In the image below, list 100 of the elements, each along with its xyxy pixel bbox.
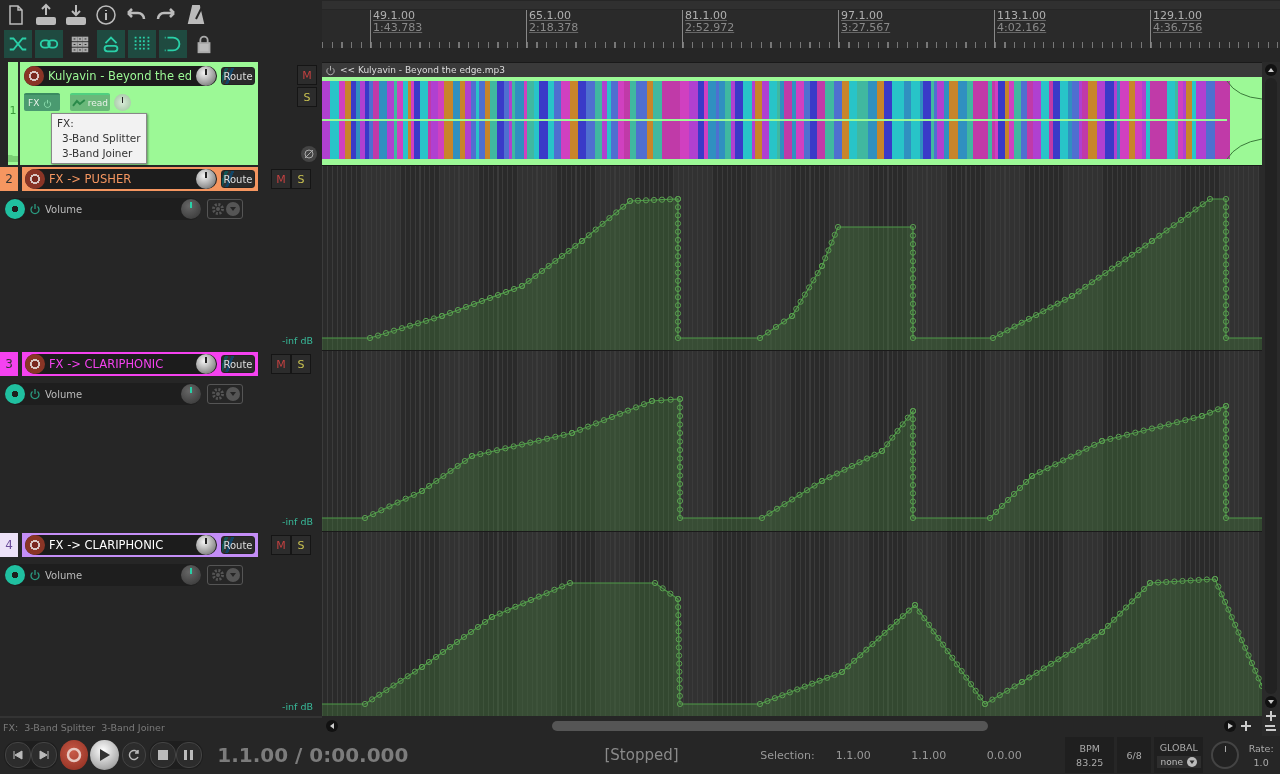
time-label: 3:27.567	[841, 22, 891, 34]
loop-icon	[126, 748, 141, 762]
play-icon	[97, 748, 112, 762]
phase-icon[interactable]	[301, 146, 317, 162]
media-item[interactable]: << Kulyavin - Beyond the edge.mp3	[322, 62, 1262, 165]
tempo-label: BPM	[1079, 742, 1100, 754]
envelope-name: Volume	[45, 569, 84, 581]
envelope-reading: -inf dB	[282, 701, 313, 712]
pause-button[interactable]	[176, 742, 203, 768]
fx-name[interactable]: 3-Band Joiner	[101, 721, 165, 733]
rate-label: Rate:	[1248, 742, 1274, 754]
info-icon[interactable]	[94, 3, 118, 27]
time-label: 4:02.162	[997, 22, 1047, 34]
grid-lines-toggle[interactable]	[128, 30, 156, 58]
bar-label: 129.1.00	[1153, 10, 1203, 22]
bar-label: 49.1.00	[373, 10, 416, 22]
play-button[interactable]	[90, 740, 119, 770]
record-arm-button[interactable]	[25, 535, 45, 555]
download-icon[interactable]	[64, 3, 88, 27]
playback-position: 1.1.00 / 0:00.000	[217, 743, 409, 767]
timeline-ruler[interactable]: 49.1.00 1:43.783 65.1.00 2:18.378 81.1.00 2:52.972 97.1.00 3:27.567 113.1.00 4:02.162 129.1.00 4:36.756	[322, 10, 1280, 48]
record-button[interactable]	[60, 740, 89, 770]
selection-value[interactable]: 1.1.00	[911, 748, 987, 762]
power-icon[interactable]	[29, 569, 41, 581]
dropdown-icon	[225, 387, 240, 401]
envelope-arm-button[interactable]	[5, 565, 25, 585]
tooltip-line: 3-Band Splitter	[61, 131, 141, 146]
envelope-icon	[72, 99, 86, 107]
record-icon	[66, 747, 83, 763]
envelope-arm-button[interactable]	[5, 384, 25, 404]
stop-button[interactable]	[150, 742, 177, 768]
bar-label: 81.1.00	[685, 10, 728, 22]
automation-label: GLOBAL	[1159, 742, 1198, 753]
fx-label: FX:	[3, 721, 19, 733]
envelope-knob[interactable]	[181, 565, 201, 585]
vertical-scrollbar[interactable]	[1262, 62, 1280, 736]
scroll-up-icon[interactable]	[1265, 64, 1277, 76]
crossfade-toggle[interactable]	[4, 30, 32, 58]
volume-knob[interactable]	[196, 66, 216, 86]
zoom-in-icon[interactable]	[1265, 710, 1277, 722]
volume-knob[interactable]	[196, 169, 216, 189]
envelope-knob[interactable]	[181, 199, 201, 219]
time-signature[interactable]: 6/8	[1117, 737, 1152, 773]
route-button[interactable]: Route	[221, 355, 255, 373]
go-to-start-button[interactable]	[5, 742, 31, 768]
envelope-knob[interactable]	[181, 384, 201, 404]
solo-button[interactable]: S	[291, 169, 311, 189]
power-icon[interactable]	[29, 203, 41, 215]
scroll-down-icon[interactable]	[1265, 696, 1277, 708]
solo-button[interactable]: S	[297, 87, 317, 107]
envelope-name: Volume	[45, 203, 84, 215]
tempo-value: 83.25	[1076, 756, 1104, 768]
loop-button[interactable]	[121, 742, 147, 768]
envelope-arm-button[interactable]	[5, 199, 25, 219]
volume-knob[interactable]	[196, 535, 216, 555]
play-icon[interactable]	[1224, 720, 1236, 732]
solo-button[interactable]: S	[291, 354, 311, 374]
selection-value[interactable]: 0.0.00	[986, 748, 1063, 762]
time-label: 2:18.378	[529, 22, 579, 34]
power-icon[interactable]	[325, 64, 336, 76]
item-name: << Kulyavin - Beyond the edge.mp3	[340, 65, 505, 75]
horizontal-scrollbar[interactable]	[552, 721, 988, 731]
fx-name[interactable]: 3-Band Splitter	[24, 721, 96, 733]
go-to-end-button[interactable]	[31, 742, 57, 768]
tooltip-line: 3-Band Joiner	[61, 146, 134, 161]
selection-label: Selection:	[760, 748, 816, 762]
pause-icon	[184, 750, 195, 760]
route-button[interactable]: Route	[221, 67, 255, 85]
record-arm-button[interactable]	[24, 66, 44, 86]
power-icon	[43, 98, 53, 108]
dropdown-icon	[1186, 757, 1197, 767]
time-label: 4:36.756	[1153, 22, 1203, 34]
route-button[interactable]: Route	[221, 170, 255, 188]
volume-knob[interactable]	[196, 354, 216, 374]
tooltip-title: FX:	[57, 116, 75, 131]
envelope-link-toggle[interactable]	[97, 30, 125, 58]
gear-icon	[210, 387, 225, 401]
zoom-in-icon[interactable]	[1240, 720, 1252, 732]
record-arm-button[interactable]	[25, 354, 45, 374]
rate-value: 1.0	[1253, 756, 1269, 768]
solo-button[interactable]: S	[291, 535, 311, 555]
envelope-reading: -inf dB	[282, 335, 313, 346]
track-number: 1	[9, 104, 17, 117]
track-number: 3	[0, 352, 18, 376]
automation-dropdown[interactable]: none	[1156, 756, 1201, 768]
stop-icon	[158, 750, 169, 760]
link-toggle[interactable]	[35, 30, 63, 58]
route-button[interactable]: Route	[221, 536, 255, 554]
selection-value[interactable]: 1.1.00	[835, 748, 912, 762]
bar-label: 113.1.00	[997, 10, 1047, 22]
gear-icon	[210, 568, 225, 582]
power-icon[interactable]	[29, 388, 41, 400]
envelope-reading: -inf dB	[282, 516, 313, 527]
skip-back-icon	[12, 749, 24, 761]
record-arm-button[interactable]	[25, 169, 45, 189]
loop-toggle[interactable]	[159, 30, 187, 58]
upload-icon[interactable]	[34, 3, 58, 27]
bar-label: 97.1.00	[841, 10, 884, 22]
tempo-box[interactable]: BPM 83.25	[1065, 737, 1115, 773]
scroll-left-icon[interactable]	[326, 720, 338, 732]
